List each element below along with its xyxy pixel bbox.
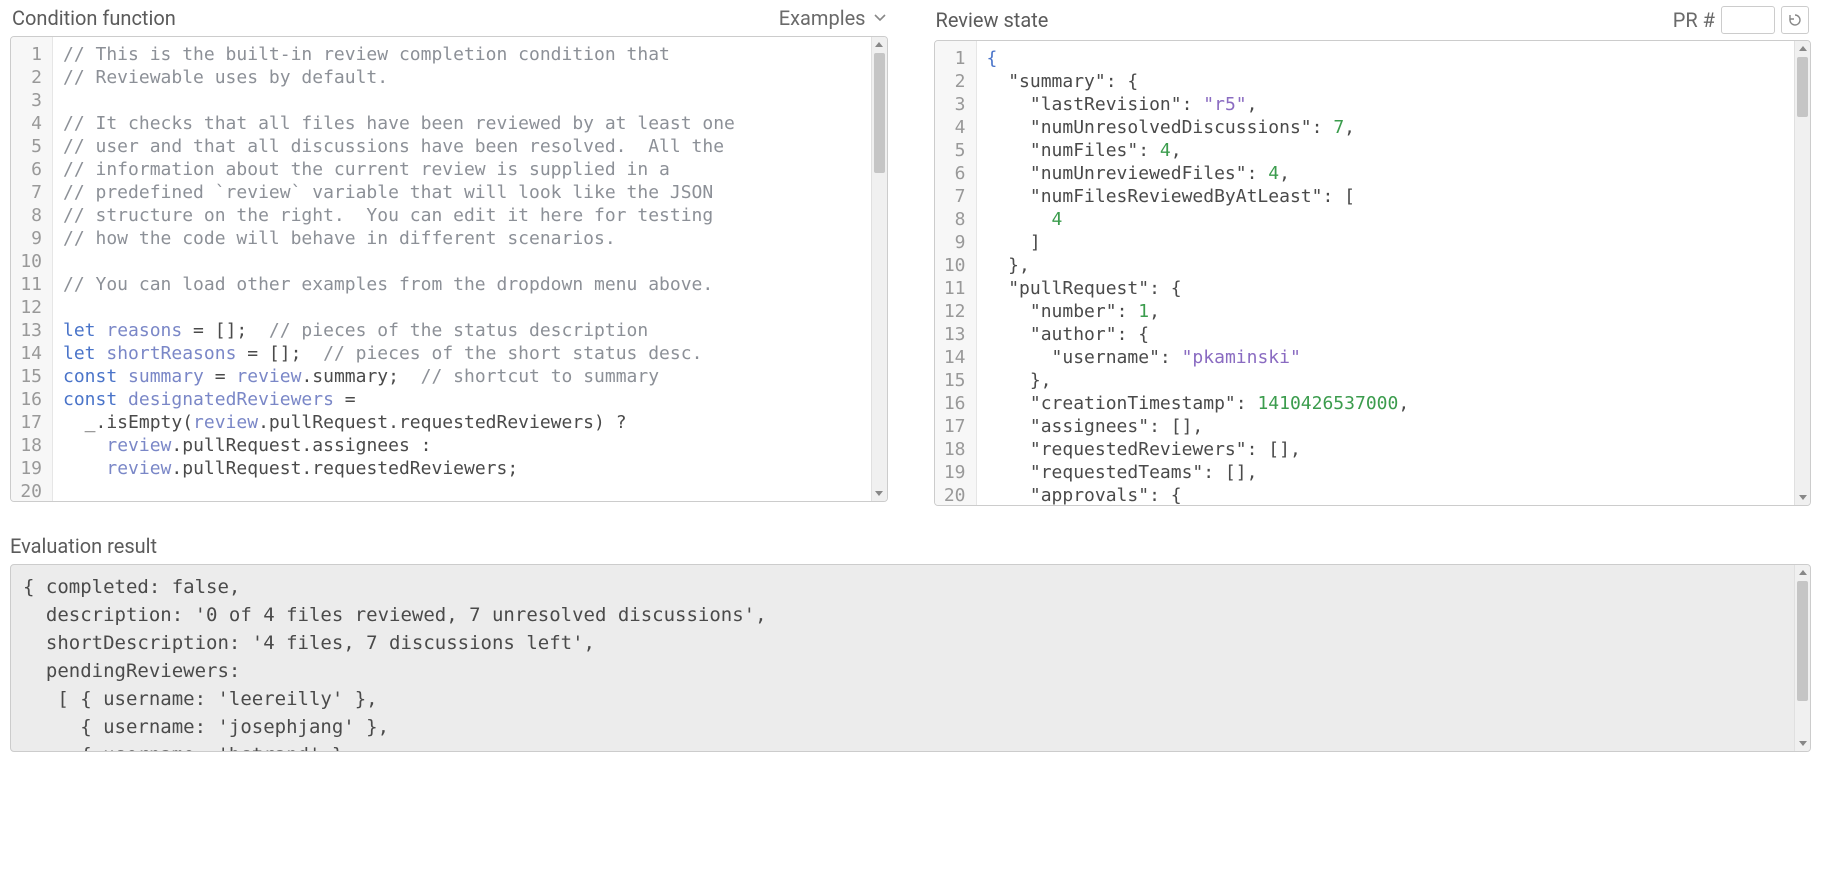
code-area[interactable]: { "summary": { "lastRevision": "r5", "nu…	[977, 41, 1795, 505]
condition-code-editor[interactable]: 1234567891011121314151617181920 // This …	[10, 36, 888, 502]
scroll-up-icon[interactable]	[872, 37, 887, 53]
scroll-down-icon[interactable]	[872, 485, 887, 501]
pr-number-input[interactable]	[1721, 6, 1775, 34]
line-gutter: 1234567891011121314151617181920	[935, 41, 977, 505]
evaluation-result-box: { completed: false, description: '0 of 4…	[10, 564, 1811, 752]
condition-function-title: Condition function	[12, 6, 176, 30]
scroll-down-icon[interactable]	[1795, 489, 1810, 505]
scroll-track[interactable]	[1795, 57, 1810, 489]
refresh-icon	[1787, 12, 1803, 28]
evaluation-result-panel: Evaluation result { completed: false, de…	[10, 534, 1811, 752]
scroll-up-icon[interactable]	[1795, 565, 1810, 581]
scrollbar[interactable]	[1794, 41, 1810, 505]
review-state-panel: Review state PR # 1234567891011121314151…	[934, 6, 1812, 506]
line-gutter: 1234567891011121314151617181920	[11, 37, 53, 501]
scroll-up-icon[interactable]	[1795, 41, 1810, 57]
pr-go-button[interactable]	[1781, 6, 1809, 34]
scrollbar[interactable]	[871, 37, 887, 501]
code-area[interactable]: // This is the built-in review completio…	[53, 37, 871, 501]
evaluation-result-title: Evaluation result	[10, 534, 1811, 558]
scroll-track[interactable]	[1795, 581, 1810, 735]
scroll-thumb[interactable]	[1797, 581, 1808, 701]
review-state-title: Review state	[936, 8, 1049, 32]
condition-function-panel: Condition function Examples 123456789101…	[10, 6, 888, 506]
scroll-track[interactable]	[872, 53, 887, 485]
scroll-thumb[interactable]	[1797, 57, 1808, 117]
pr-number-label: PR #	[1673, 8, 1715, 32]
scrollbar[interactable]	[1794, 565, 1810, 751]
scroll-thumb[interactable]	[874, 53, 885, 173]
scroll-down-icon[interactable]	[1795, 735, 1810, 751]
examples-dropdown[interactable]: Examples	[779, 6, 886, 30]
examples-label: Examples	[779, 6, 866, 30]
evaluation-result-text: { completed: false, description: '0 of 4…	[11, 565, 1794, 751]
chevron-down-icon	[874, 12, 886, 24]
review-state-editor[interactable]: 1234567891011121314151617181920 { "summa…	[934, 40, 1812, 506]
